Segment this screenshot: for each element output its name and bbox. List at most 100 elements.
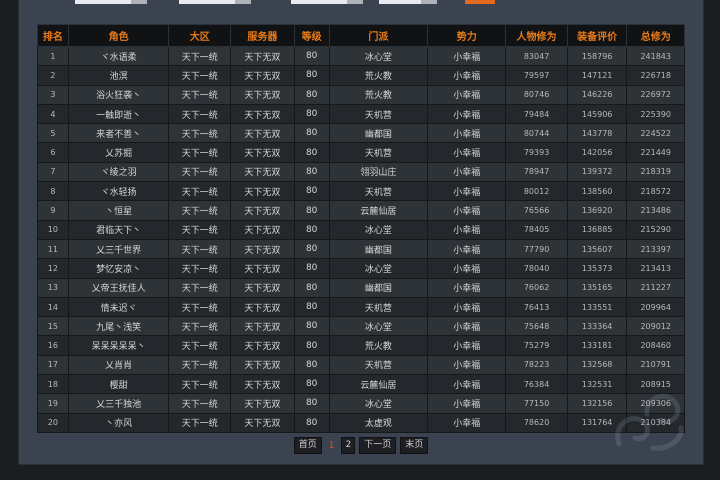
role-cell: 君临天下丶 [67, 219, 170, 240]
col-sect-header: 门派 [328, 24, 429, 47]
total-cell: 226718 [626, 65, 685, 86]
cultivation-cell: 78620 [505, 412, 568, 433]
cultivation-cell: 80746 [505, 84, 568, 105]
faction-cell: 小幸福 [427, 258, 507, 279]
total-cell: 218319 [626, 161, 685, 183]
role-cell: 呆呆呆呆呆丶 [67, 335, 170, 356]
last-page-button[interactable]: 末页 [400, 437, 429, 454]
faction-cell: 小幸福 [427, 277, 507, 298]
sect-cell: 天机营 [328, 296, 429, 318]
total-cell: 209012 [626, 316, 685, 337]
table-row: 5 来者不善丶 天下一统 天下无双 80 幽都国 小幸福 80744 143778 224522 [37, 123, 685, 144]
equipment-cell: 135373 [566, 258, 628, 279]
next-page-button[interactable]: 下一页 [359, 437, 397, 454]
table-row: 17 乂肖肖 天下一统 天下无双 80 天机营 小幸福 78223 132568 210791 [37, 354, 685, 376]
cultivation-cell: 79597 [505, 65, 568, 86]
region-cell: 天下一统 [168, 258, 232, 279]
rank-cell: 2 [37, 65, 69, 86]
server-cell: 天下无双 [230, 142, 295, 163]
server-cell: 天下无双 [230, 238, 295, 260]
cultivation-cell: 75648 [505, 316, 568, 337]
cultivation-cell: 78405 [505, 219, 568, 240]
table-row: 14 情未迟ヾ 天下一统 天下无双 80 天机营 小幸福 76413 133551 209964 [37, 296, 685, 318]
cultivation-cell: 77150 [505, 393, 568, 414]
total-cell: 208460 [626, 335, 685, 356]
server-cell: 天下无双 [230, 296, 295, 318]
table-row: 8 ヾ水轻扬 天下一统 天下无双 80 天机营 小幸福 80012 138560 218572 [37, 181, 685, 202]
cultivation-cell: 76384 [505, 374, 568, 395]
level-cell: 80 [293, 200, 330, 221]
cultivation-cell: 76566 [505, 200, 568, 221]
cultivation-cell: 78947 [505, 161, 568, 183]
faction-cell: 小幸福 [427, 393, 507, 414]
table-row: 16 呆呆呆呆呆丶 天下一统 天下无双 80 荒火教 小幸福 75279 133181 20846… [37, 335, 685, 356]
sect-cell: 冰心堂 [328, 45, 429, 67]
col-rank-header: 排名 [37, 24, 69, 47]
rank-cell: 5 [37, 123, 69, 144]
table-row: 1 ヾ水语柔 天下一统 天下无双 80 冰心堂 小幸福 83047 158796 241843 [37, 45, 685, 67]
cultivation-cell: 80744 [505, 123, 568, 144]
level-cell: 80 [293, 374, 330, 395]
region-cell: 天下一统 [168, 181, 232, 202]
sect-cell: 荒火教 [328, 84, 429, 105]
equipment-cell: 145906 [566, 103, 628, 125]
level-cell: 80 [293, 84, 330, 105]
equipment-cell: 136920 [566, 200, 628, 221]
table-body: 1 ヾ水语柔 天下一统 天下无双 80 冰心堂 小幸福 83047 158796 241843 2 池… [37, 45, 685, 433]
filter-select-2[interactable] [179, 0, 235, 4]
region-cell: 天下一统 [168, 238, 232, 260]
faction-cell: 小幸福 [427, 238, 507, 260]
page-2-link[interactable]: 2 [341, 437, 356, 454]
rank-cell: 4 [37, 103, 69, 125]
faction-cell: 小幸福 [427, 65, 507, 86]
total-cell: 210791 [626, 354, 685, 376]
faction-cell: 小幸福 [427, 316, 507, 337]
level-cell: 80 [293, 103, 330, 125]
faction-cell: 小幸福 [427, 181, 507, 202]
filter-select-3[interactable] [291, 0, 347, 4]
filter-dropdown-1-button[interactable] [131, 0, 147, 4]
equipment-cell: 133364 [566, 316, 628, 337]
server-cell: 天下无双 [230, 277, 295, 298]
col-role-header: 角色 [67, 24, 170, 47]
first-page-button[interactable]: 首页 [293, 437, 322, 454]
server-cell: 天下无双 [230, 161, 295, 183]
table-row: 12 梦忆安凉丶 天下一统 天下无双 80 冰心堂 小幸福 78040 135373 213413 [37, 258, 685, 279]
rank-cell: 15 [37, 316, 69, 337]
role-cell: 浴火狂袭丶 [67, 84, 170, 105]
role-cell: ヾ水轻扬 [67, 181, 170, 202]
filter-input-button[interactable] [421, 0, 437, 4]
cultivation-cell: 76062 [505, 277, 568, 298]
rank-cell: 7 [37, 161, 69, 183]
table-header-row: 排名 角色 大区 服务器 等级 门派 势力 人物修为 装备评价 总修为 [37, 24, 685, 47]
role-cell: 乂帝王抚佳人 [67, 277, 170, 298]
region-cell: 天下一统 [168, 65, 232, 86]
level-cell: 80 [293, 65, 330, 86]
total-cell: 211227 [626, 277, 685, 298]
sect-cell: 冰心堂 [328, 393, 429, 414]
server-cell: 天下无双 [230, 374, 295, 395]
level-cell: 80 [293, 258, 330, 279]
cultivation-cell: 75279 [505, 335, 568, 356]
sect-cell: 幽都国 [328, 238, 429, 260]
filter-select-1[interactable] [75, 0, 131, 4]
role-cell: ヾ水语柔 [67, 45, 170, 67]
equipment-cell: 135165 [566, 277, 628, 298]
total-cell: 226972 [626, 84, 685, 105]
filter-dropdown-3-button[interactable] [347, 0, 363, 4]
rank-cell: 1 [37, 45, 69, 67]
col-equipment-header: 装备评价 [566, 24, 628, 47]
faction-cell: 小幸福 [427, 412, 507, 433]
filter-dropdown-2-button[interactable] [235, 0, 251, 4]
filter-input[interactable] [379, 0, 421, 4]
col-level-header: 等级 [293, 24, 330, 47]
table-row: 19 乂三千独池 天下一统 天下无双 80 冰心堂 小幸福 77150 132156 209306 [37, 393, 685, 414]
region-cell: 天下一统 [168, 277, 232, 298]
equipment-cell: 132568 [566, 354, 628, 376]
region-cell: 天下一统 [168, 219, 232, 240]
faction-cell: 小幸福 [427, 296, 507, 318]
search-button[interactable] [465, 0, 495, 4]
level-cell: 80 [293, 45, 330, 67]
faction-cell: 小幸福 [427, 200, 507, 221]
level-cell: 80 [293, 219, 330, 240]
